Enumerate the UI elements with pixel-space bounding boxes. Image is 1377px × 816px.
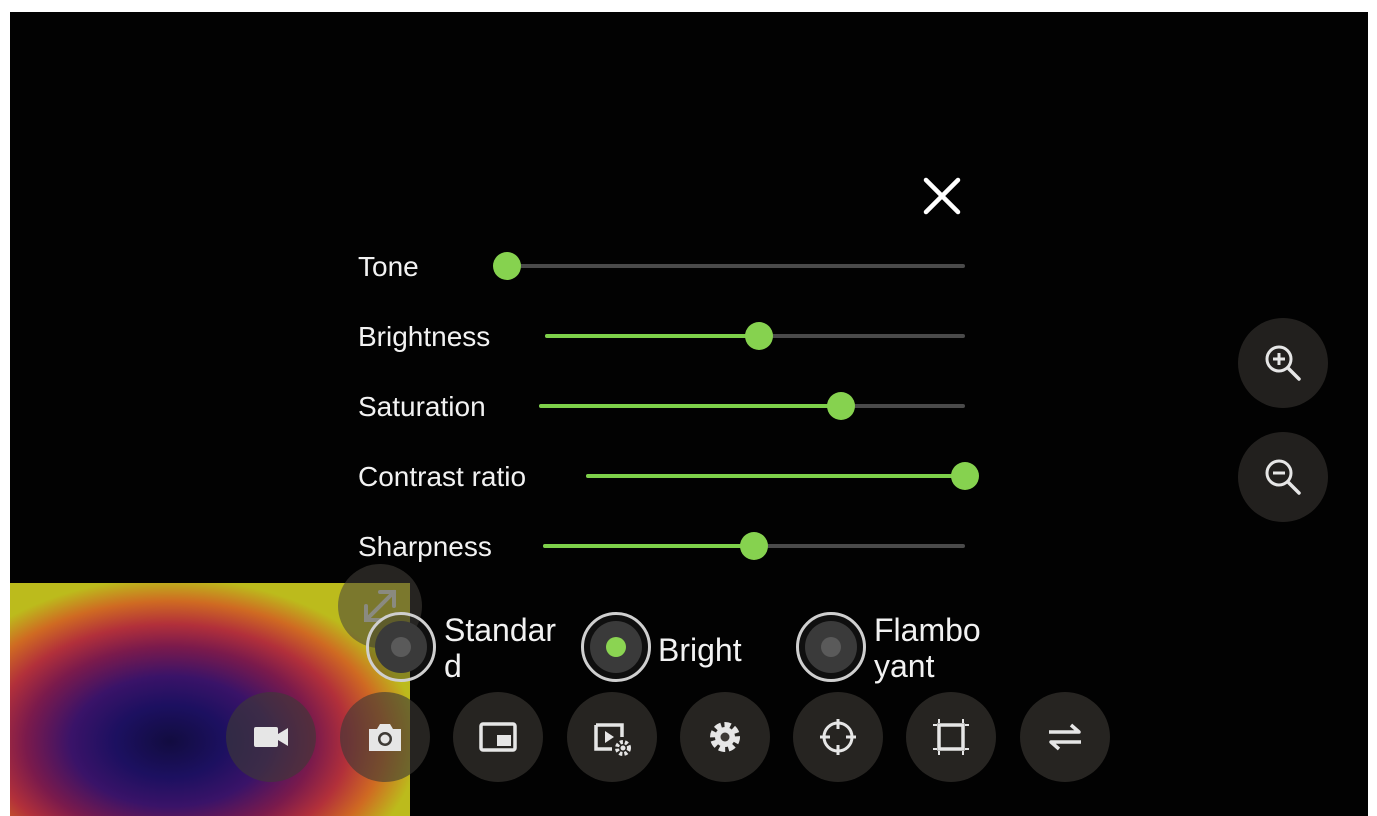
swap-button[interactable] [1020,692,1110,782]
saturation-slider-thumb[interactable] [827,392,856,420]
contrast-ratio-slider-thumb[interactable] [951,462,979,490]
playback-settings-icon [594,723,631,756]
picture-in-picture-icon [479,722,517,752]
close-button[interactable] [918,172,966,220]
zoom-in-button[interactable] [1238,318,1328,408]
target-button[interactable] [793,692,883,782]
mode-flamboyant-label[interactable]: Flambo yant [874,612,981,684]
radio-dot [821,637,841,657]
mode-standard-label-line2: d [444,648,462,684]
radio-dot [606,637,626,657]
playback-settings-button[interactable] [567,692,657,782]
video-camera-icon [254,727,288,747]
crop-frame-icon [933,719,969,755]
picture-in-picture-button[interactable] [453,692,543,782]
close-icon [923,177,961,215]
sharpness-slider-fill [543,544,754,548]
mode-standard-label[interactable]: Standar d [444,612,556,684]
saturation-slider[interactable] [539,392,965,420]
gear-icon [710,722,740,752]
tone-slider-thumb[interactable] [493,252,521,280]
sharpness-slider-thumb[interactable] [740,532,768,560]
saturation-slider-fill [539,404,842,408]
radio-ring [375,621,427,673]
radio-ring [590,621,642,673]
zoom-in-icon [1265,345,1301,381]
mode-flamboyant-label-line2: yant [874,648,935,684]
mode-flamboyant-label-line1: Flambo [874,612,981,648]
radio-ring [805,621,857,673]
slider-label-saturation: Saturation [358,391,486,422]
zoom-out-button[interactable] [1238,432,1328,522]
record-video-button[interactable] [226,692,316,782]
camera-viewport: Tone Brightness Saturation Contrast rati… [10,12,1368,816]
slider-label-brightness: Brightness [358,321,491,352]
sharpness-slider[interactable] [543,532,965,560]
crop-frame-button[interactable] [906,692,996,782]
mode-standard-radio[interactable] [366,612,436,682]
take-photo-button[interactable] [340,692,430,782]
contrast-ratio-slider[interactable] [586,462,979,490]
mode-flamboyant-radio[interactable] [796,612,866,682]
contrast-ratio-slider-fill [586,474,965,478]
slider-label-tone: Tone [358,251,419,282]
brightness-slider-fill [545,334,760,338]
mode-bright-radio[interactable] [581,612,651,682]
brightness-slider[interactable] [545,322,965,350]
zoom-out-icon [1265,459,1301,495]
brightness-slider-thumb[interactable] [745,322,774,350]
settings-button[interactable] [680,692,770,782]
slider-label-contrast-ratio: Contrast ratio [358,461,527,492]
crosshair-icon [820,719,856,755]
mode-bright-label[interactable]: Bright [658,632,742,668]
radio-dot [391,637,411,657]
slider-label-sharpness: Sharpness [358,531,492,562]
swap-icon [1049,723,1081,751]
mode-standard-label-line1: Standar [444,612,557,648]
tone-slider[interactable] [493,252,965,280]
camera-icon [369,724,401,751]
